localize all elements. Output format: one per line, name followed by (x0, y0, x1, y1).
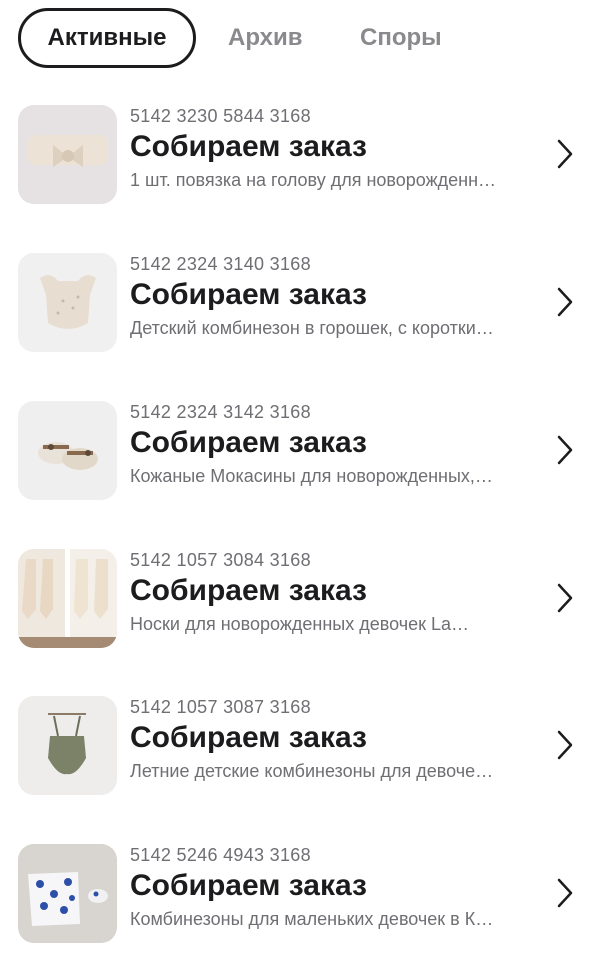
product-thumbnail (18, 549, 117, 648)
order-number: 5142 3230 5844 3168 (130, 106, 311, 126)
product-thumbnail (18, 105, 117, 204)
tab-archive[interactable]: Архив (228, 8, 303, 68)
product-thumbnail (18, 696, 117, 795)
floral-romper-image (18, 844, 117, 943)
product-thumbnail (18, 253, 117, 352)
order-row[interactable]: 5142 1057 3084 3168 Собираем заказ Носки… (0, 544, 600, 654)
chevron-right-icon (557, 139, 573, 169)
chevron-right-icon (557, 730, 573, 760)
order-description: Кожаные Мокасины для новорожденных,… (130, 466, 493, 486)
green-romper-image (18, 696, 117, 795)
tab-active[interactable]: Активные (18, 8, 196, 68)
order-status: Собираем заказ (130, 278, 367, 311)
order-tabs: Активные Архив Споры (18, 8, 578, 68)
order-status: Собираем заказ (130, 721, 367, 754)
order-row[interactable]: 5142 5246 4943 3168 Собираем заказ Комби… (0, 839, 600, 949)
moccasins-image (18, 401, 117, 500)
chevron-right-icon (557, 287, 573, 317)
order-status: Собираем заказ (130, 426, 367, 459)
order-description: Летние детские комбинезоны для девоче… (130, 761, 494, 781)
order-status: Собираем заказ (130, 130, 367, 163)
order-number: 5142 2324 3142 3168 (130, 402, 311, 422)
order-status: Собираем заказ (130, 869, 367, 902)
product-thumbnail (18, 401, 117, 500)
order-description: 1 шт. повязка на голову для новорожденн… (130, 170, 497, 190)
order-row[interactable]: 5142 2324 3142 3168 Собираем заказ Кожан… (0, 396, 600, 506)
order-row[interactable]: 5142 1057 3087 3168 Собираем заказ Летни… (0, 691, 600, 801)
socks-image (18, 549, 117, 648)
headband-image (18, 105, 117, 204)
chevron-right-icon (557, 583, 573, 613)
tab-disputes[interactable]: Споры (360, 8, 442, 68)
romper-image (18, 253, 117, 352)
order-number: 5142 1057 3087 3168 (130, 697, 311, 717)
order-status: Собираем заказ (130, 574, 367, 607)
order-number: 5142 1057 3084 3168 (130, 550, 311, 570)
product-thumbnail (18, 844, 117, 943)
chevron-right-icon (557, 435, 573, 465)
order-description: Носки для новорожденных девочек La… (130, 614, 469, 634)
chevron-right-icon (557, 878, 573, 908)
order-description: Комбинезоны для маленьких девочек в К… (130, 909, 494, 929)
order-number: 5142 5246 4943 3168 (130, 845, 311, 865)
order-row[interactable]: 5142 2324 3140 3168 Собираем заказ Детск… (0, 248, 600, 358)
order-number: 5142 2324 3140 3168 (130, 254, 311, 274)
order-row[interactable]: 5142 3230 5844 3168 Собираем заказ 1 шт.… (0, 100, 600, 210)
order-description: Детский комбинезон в горошек, с коротки… (130, 318, 494, 338)
